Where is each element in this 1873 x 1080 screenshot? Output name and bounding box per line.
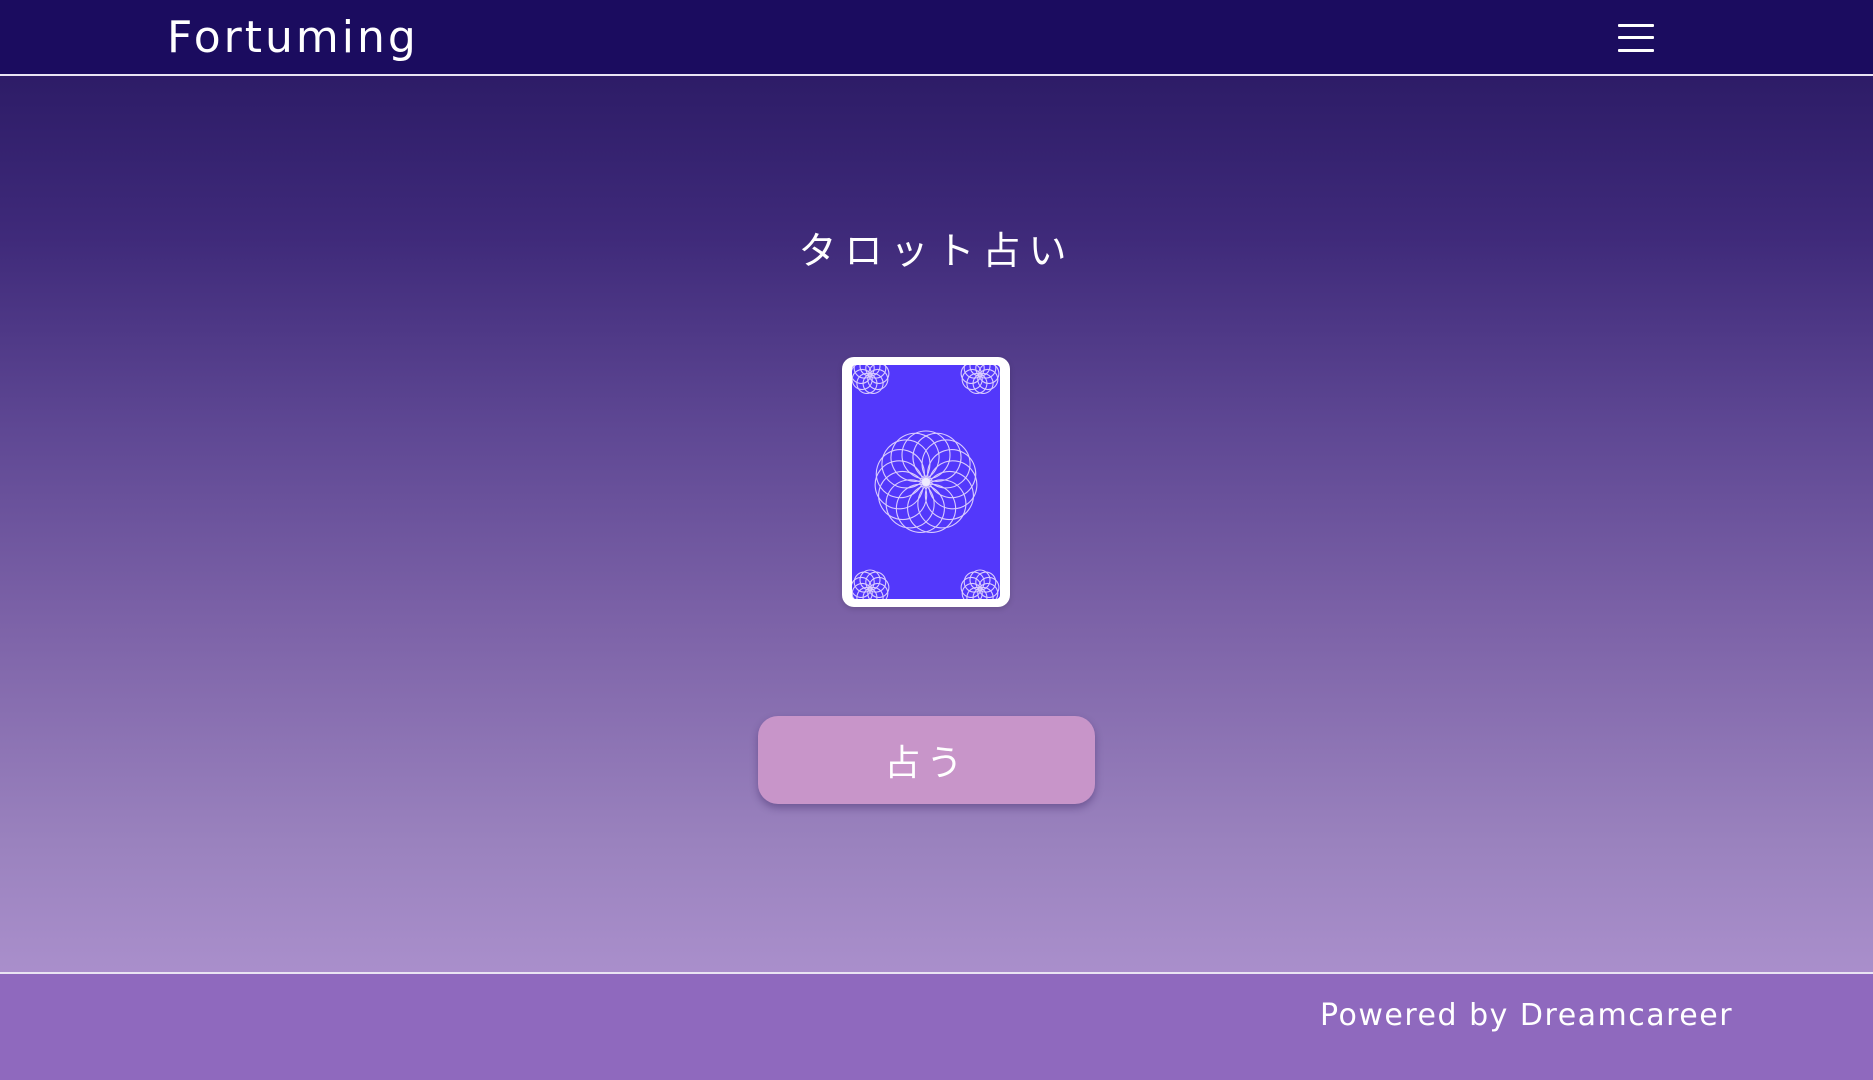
fortune-button[interactable]: 占う (758, 716, 1095, 804)
brand-logo[interactable]: Fortuming (167, 12, 419, 63)
page-title: タロット占い (798, 229, 1075, 273)
page: Fortuming タロット占い 占う Powered by Dreamcare… (0, 0, 1873, 1080)
top-nav-bar: Fortuming (0, 0, 1873, 76)
hamburger-menu-icon[interactable] (1615, 22, 1655, 56)
footer: Powered by Dreamcareer (0, 972, 1873, 1080)
tarot-card-back-icon[interactable] (842, 357, 1010, 607)
card-back-pattern (852, 365, 1000, 599)
footer-credit: Powered by Dreamcareer (1320, 998, 1734, 1033)
